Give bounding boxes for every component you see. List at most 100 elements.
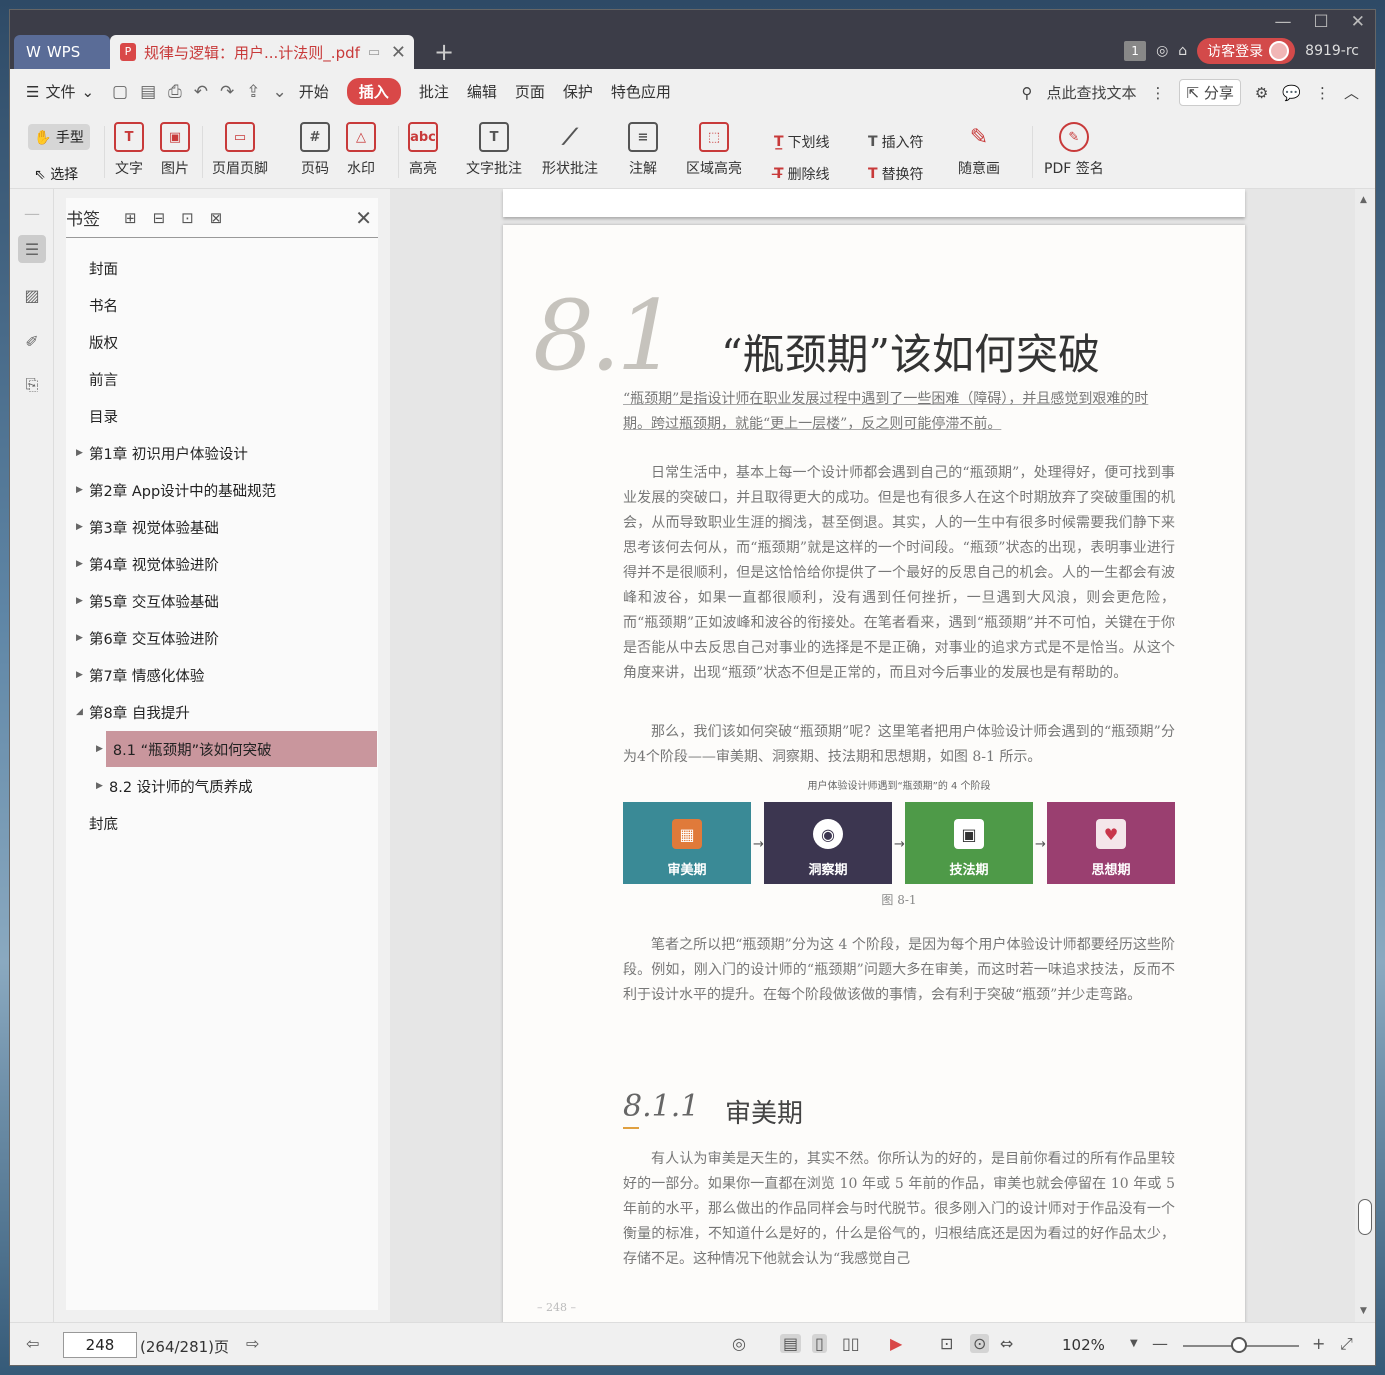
eye-protect-icon[interactable]: ◎ [732, 1334, 746, 1353]
scroll-up-icon[interactable]: ▲ [1360, 195, 1367, 205]
save-icon[interactable]: ▤ [140, 82, 156, 102]
collapse-all-icon[interactable]: ⊡ [181, 209, 194, 227]
zoom-level[interactable]: 102% [1062, 1336, 1105, 1354]
bookmark-item[interactable]: ▶ 第5章 交互体验基础 [66, 583, 378, 619]
file-menu[interactable]: ☰ 文件 ⌄ [26, 81, 94, 102]
document-view[interactable]: 8.1 “瓶颈期”该如何突破 “瓶颈期”是指设计师在职业发展过程中遇到了一些困难… [390, 189, 1375, 1322]
zoom-in-icon[interactable]: + [1312, 1334, 1325, 1353]
minimize-icon[interactable]: — [1275, 12, 1292, 32]
insert-text-button[interactable]: T 文字 [114, 122, 144, 178]
tab-edit[interactable]: 编辑 [467, 81, 497, 102]
close-tab-icon[interactable]: ✕ [391, 42, 406, 63]
bookmark-item[interactable]: 目录 [66, 398, 378, 434]
new-tab-button[interactable]: + [434, 38, 454, 66]
fullscreen-icon[interactable]: ⤢ [1340, 1334, 1353, 1354]
annotation-button[interactable]: ≡ 注解 [628, 122, 658, 178]
collapse-arrow-icon[interactable]: ◢ [76, 707, 83, 717]
page-number-button[interactable]: # 页码 [300, 122, 330, 178]
export-icon[interactable]: ⇪ [246, 82, 260, 102]
vertical-scrollbar[interactable]: ▲ ▼ [1355, 189, 1375, 1322]
underline-button[interactable]: T̲ 下划线 [774, 132, 830, 152]
bookmark-settings-icon[interactable]: ⊠ [210, 209, 223, 227]
zoom-dropdown-icon[interactable]: ▼ [1130, 1338, 1138, 1349]
fit-width-icon[interactable]: ⇔ [1000, 1334, 1013, 1353]
scroll-thumb[interactable] [1358, 1199, 1372, 1235]
play-icon[interactable]: ▶ [890, 1334, 902, 1353]
tab-insert[interactable]: 插入 [346, 78, 401, 105]
single-page-icon[interactable]: ▯ [812, 1334, 827, 1353]
insert-image-button[interactable]: ▣ 图片 [160, 122, 190, 178]
expand-arrow-icon[interactable]: ▶ [76, 633, 83, 643]
expand-arrow-icon[interactable]: ▶ [76, 485, 83, 495]
next-page-icon[interactable]: ⇨ [246, 1334, 259, 1353]
skin-icon[interactable]: ◎ [1156, 43, 1168, 59]
signature-view-icon[interactable]: ⎘ [18, 371, 46, 399]
window-count-badge[interactable]: 1 [1124, 41, 1147, 61]
close-window-icon[interactable]: ✕ [1351, 12, 1365, 32]
share-button[interactable]: ⇱ 分享 [1179, 79, 1241, 106]
bookmark-item[interactable]: 封面 [66, 250, 378, 286]
bookmark-item[interactable]: ▶ 第1章 初识用户体验设计 [66, 435, 378, 471]
zoom-out-icon[interactable]: — [1152, 1334, 1168, 1353]
chat-icon[interactable]: 💬 [1282, 84, 1301, 102]
tab-start[interactable]: 开始 [299, 81, 329, 102]
login-button[interactable]: 访客登录 [1197, 38, 1296, 64]
redo-icon[interactable]: ↷ [220, 82, 234, 102]
two-page-icon[interactable]: ▯▯ [842, 1334, 860, 1353]
expand-arrow-icon[interactable]: ▶ [76, 670, 83, 680]
bookmark-item[interactable]: ▶ 第7章 情感化体验 [66, 657, 378, 693]
area-highlight-button[interactable]: ⬚ 区域高亮 [686, 122, 742, 178]
select-tool-button[interactable]: ⇖ 选择 [34, 164, 78, 184]
add-bookmark-icon[interactable]: ⊞ [124, 209, 137, 227]
expand-all-icon[interactable]: ⊟ [153, 209, 166, 227]
document-tab[interactable]: P 规律与逻辑：用户...计法则_.pdf ▭ ✕ [110, 35, 414, 69]
more-vertical-icon[interactable]: ⋮ [1150, 84, 1165, 102]
expand-arrow-icon[interactable]: ▶ [96, 781, 103, 791]
tab-special[interactable]: 特色应用 [611, 81, 671, 102]
fit-page-icon[interactable]: ⊙ [970, 1334, 990, 1353]
expand-arrow-icon[interactable]: ▶ [96, 744, 103, 754]
bookmark-item[interactable]: ▶ 第3章 视觉体验基础 [66, 509, 378, 545]
monitor-icon[interactable]: ▭ [368, 45, 380, 60]
bookmark-view-icon[interactable]: ☰ [18, 235, 46, 263]
bookmark-item[interactable]: ▶ 第4章 视觉体验进阶 [66, 546, 378, 582]
bookmark-item[interactable]: ▶ 第2章 App设计中的基础规范 [66, 472, 378, 508]
bookmark-item-selected[interactable]: ▶ 8.1 “瓶颈期”该如何突破 [96, 731, 377, 767]
bookmark-item[interactable]: 书名 [66, 287, 378, 323]
shape-comment-button[interactable]: ⟋ 形状批注 [542, 122, 598, 178]
shirt-icon[interactable]: ⌂ [1178, 43, 1187, 59]
bookmark-item[interactable]: 前言 [66, 361, 378, 397]
continuous-view-icon[interactable]: ▤ [780, 1334, 802, 1353]
close-panel-icon[interactable]: ✕ [355, 206, 372, 230]
expand-arrow-icon[interactable]: ▶ [76, 596, 83, 606]
replace-mark-button[interactable]: T 替换符 [868, 164, 924, 184]
watermark-button[interactable]: △ 水印 [346, 122, 376, 178]
print-icon[interactable]: ⎙ [168, 82, 182, 102]
pdf-sign-button[interactable]: ✎ PDF 签名 [1044, 122, 1104, 178]
expand-arrow-icon[interactable]: ▶ [76, 559, 83, 569]
bookmark-item[interactable]: ▶ 第6章 交互体验进阶 [66, 620, 378, 656]
wps-home-tab[interactable]: W WPS [14, 35, 110, 69]
bookmark-item[interactable]: 封底 [66, 805, 378, 841]
more-icon[interactable]: ⋮ [1315, 84, 1330, 102]
highlight-button[interactable]: abc 高亮 [408, 122, 438, 178]
expand-arrow-icon[interactable]: ▶ [76, 448, 83, 458]
header-footer-button[interactable]: ▭ 页眉页脚 [212, 122, 268, 178]
scroll-down-icon[interactable]: ▼ [1360, 1306, 1367, 1316]
hand-tool-button[interactable]: ✋ 手型 [28, 124, 90, 150]
thumbnail-view-icon[interactable]: ▨ [18, 281, 46, 309]
tab-protect[interactable]: 保护 [563, 81, 593, 102]
freehand-button[interactable]: ✎ 随意画 [958, 122, 1000, 178]
search-text-button[interactable]: 点此查找文本 [1046, 82, 1136, 103]
search-icon[interactable]: ⚲ [1021, 84, 1032, 102]
collapse-ribbon-icon[interactable]: ︿ [1344, 82, 1359, 103]
page-number-input[interactable]: 248 [63, 1332, 137, 1358]
bookmark-item[interactable]: ▶ 8.2 设计师的气质养成 [66, 768, 378, 804]
tab-comment[interactable]: 批注 [419, 81, 449, 102]
zoom-slider-knob[interactable] [1231, 1337, 1247, 1353]
prev-page-icon[interactable]: ⇦ [26, 1334, 39, 1353]
actual-size-icon[interactable]: ⊡ [940, 1334, 953, 1353]
undo-icon[interactable]: ↶ [194, 82, 208, 102]
strikethrough-button[interactable]: T̶ 删除线 [774, 164, 830, 184]
settings-icon[interactable]: ⚙ [1255, 84, 1268, 102]
